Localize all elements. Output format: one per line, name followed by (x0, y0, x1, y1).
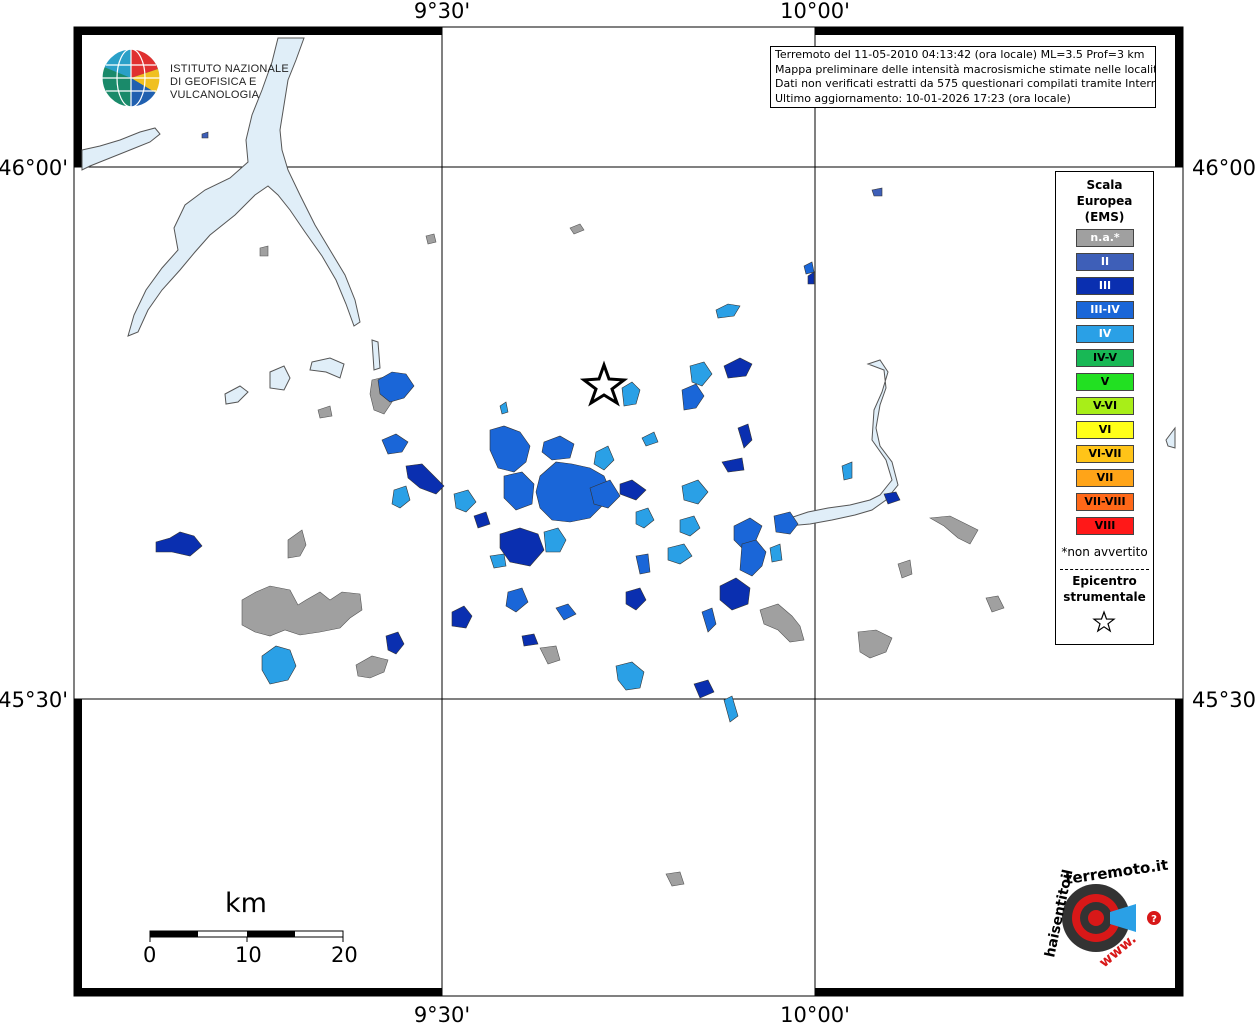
globe-logo-icon (101, 48, 161, 108)
ems-legend: Scala Europea (EMS) n.a.* II III III-IV IV IV… (1055, 171, 1154, 645)
legend-swatch-vii: VII (1076, 469, 1134, 487)
legend-swatch-ii: II (1076, 253, 1134, 271)
legend-divider (1060, 569, 1149, 570)
legend-title-1: Scala (1086, 178, 1123, 192)
left-lat-label-1: 46°00' (0, 156, 68, 180)
right-lat-label-1: 46°00' (1192, 156, 1257, 180)
legend-note: *non avvertito (1061, 545, 1148, 559)
legend-swatch-viiviii: VII-VIII (1076, 493, 1134, 511)
seismograph-logo-icon: ? terremoto.it haisentitoil www. (1042, 856, 1169, 971)
hs-question: ? (1151, 914, 1157, 925)
legend-swatch-vi: VI (1076, 421, 1134, 439)
legend-star-icon (1092, 610, 1116, 633)
legend-swatch-iiiiv: III-IV (1076, 301, 1134, 319)
haisentito-logo: ? terremoto.it haisentitoil www. (1040, 856, 1170, 975)
legend-title-3: (EMS) (1084, 210, 1125, 224)
logo-line-1: ISTITUTO NAZIONALE (170, 63, 289, 75)
legend-epicenter-2: strumentale (1063, 590, 1146, 604)
legend-swatch-viii: VIII (1076, 517, 1134, 535)
legend-swatch-vvi: V-VI (1076, 397, 1134, 415)
legend-title-2: Europea (1076, 194, 1133, 208)
info-line-1: Terremoto del 11-05-2010 04:13:42 (ora l… (775, 48, 1145, 61)
scale-tick-10: 10 (235, 943, 262, 967)
info-line-4: Ultimo aggiornamento: 10-01-2026 17:23 (… (775, 91, 1071, 105)
scale-unit: km (225, 888, 267, 919)
left-lat-label-2: 45°30' (0, 688, 68, 712)
logo-line-2: DI GEOFISICA E VULCANOLOGIA (170, 76, 260, 101)
legend-swatch-vivii: VI-VII (1076, 445, 1134, 463)
legend-swatch-na: n.a.* (1076, 229, 1134, 247)
legend-swatch-v: V (1076, 373, 1134, 391)
info-line-2: Mappa preliminare delle intensità macros… (775, 62, 1156, 76)
legend-swatch-iii: III (1076, 277, 1134, 295)
hs-text-top: terremoto.it (1064, 860, 1169, 888)
ingv-logo: ISTITUTO NAZIONALE DI GEOFISICA E VULCAN… (100, 47, 320, 109)
top-lon-label-1: 9°30' (414, 0, 470, 23)
scale-tick-20: 20 (331, 943, 358, 967)
legend-swatch-iv: IV (1076, 325, 1134, 343)
info-line-3: Dati non verificati estratti da 575 ques… (775, 77, 1156, 90)
scale-tick-0: 0 (143, 943, 157, 967)
legend-swatch-ivv: IV-V (1076, 349, 1134, 367)
top-lon-label-2: 10°00' (780, 0, 850, 23)
right-lat-label-2: 45°30' (1192, 688, 1257, 712)
bottom-lon-label-1: 9°30' (414, 1003, 470, 1024)
event-info-box: Terremoto del 11-05-2010 04:13:42 (ora l… (770, 46, 1156, 108)
legend-epicenter-1: Epicentro (1072, 574, 1137, 588)
bottom-lon-label-2: 10°00' (780, 1003, 850, 1024)
